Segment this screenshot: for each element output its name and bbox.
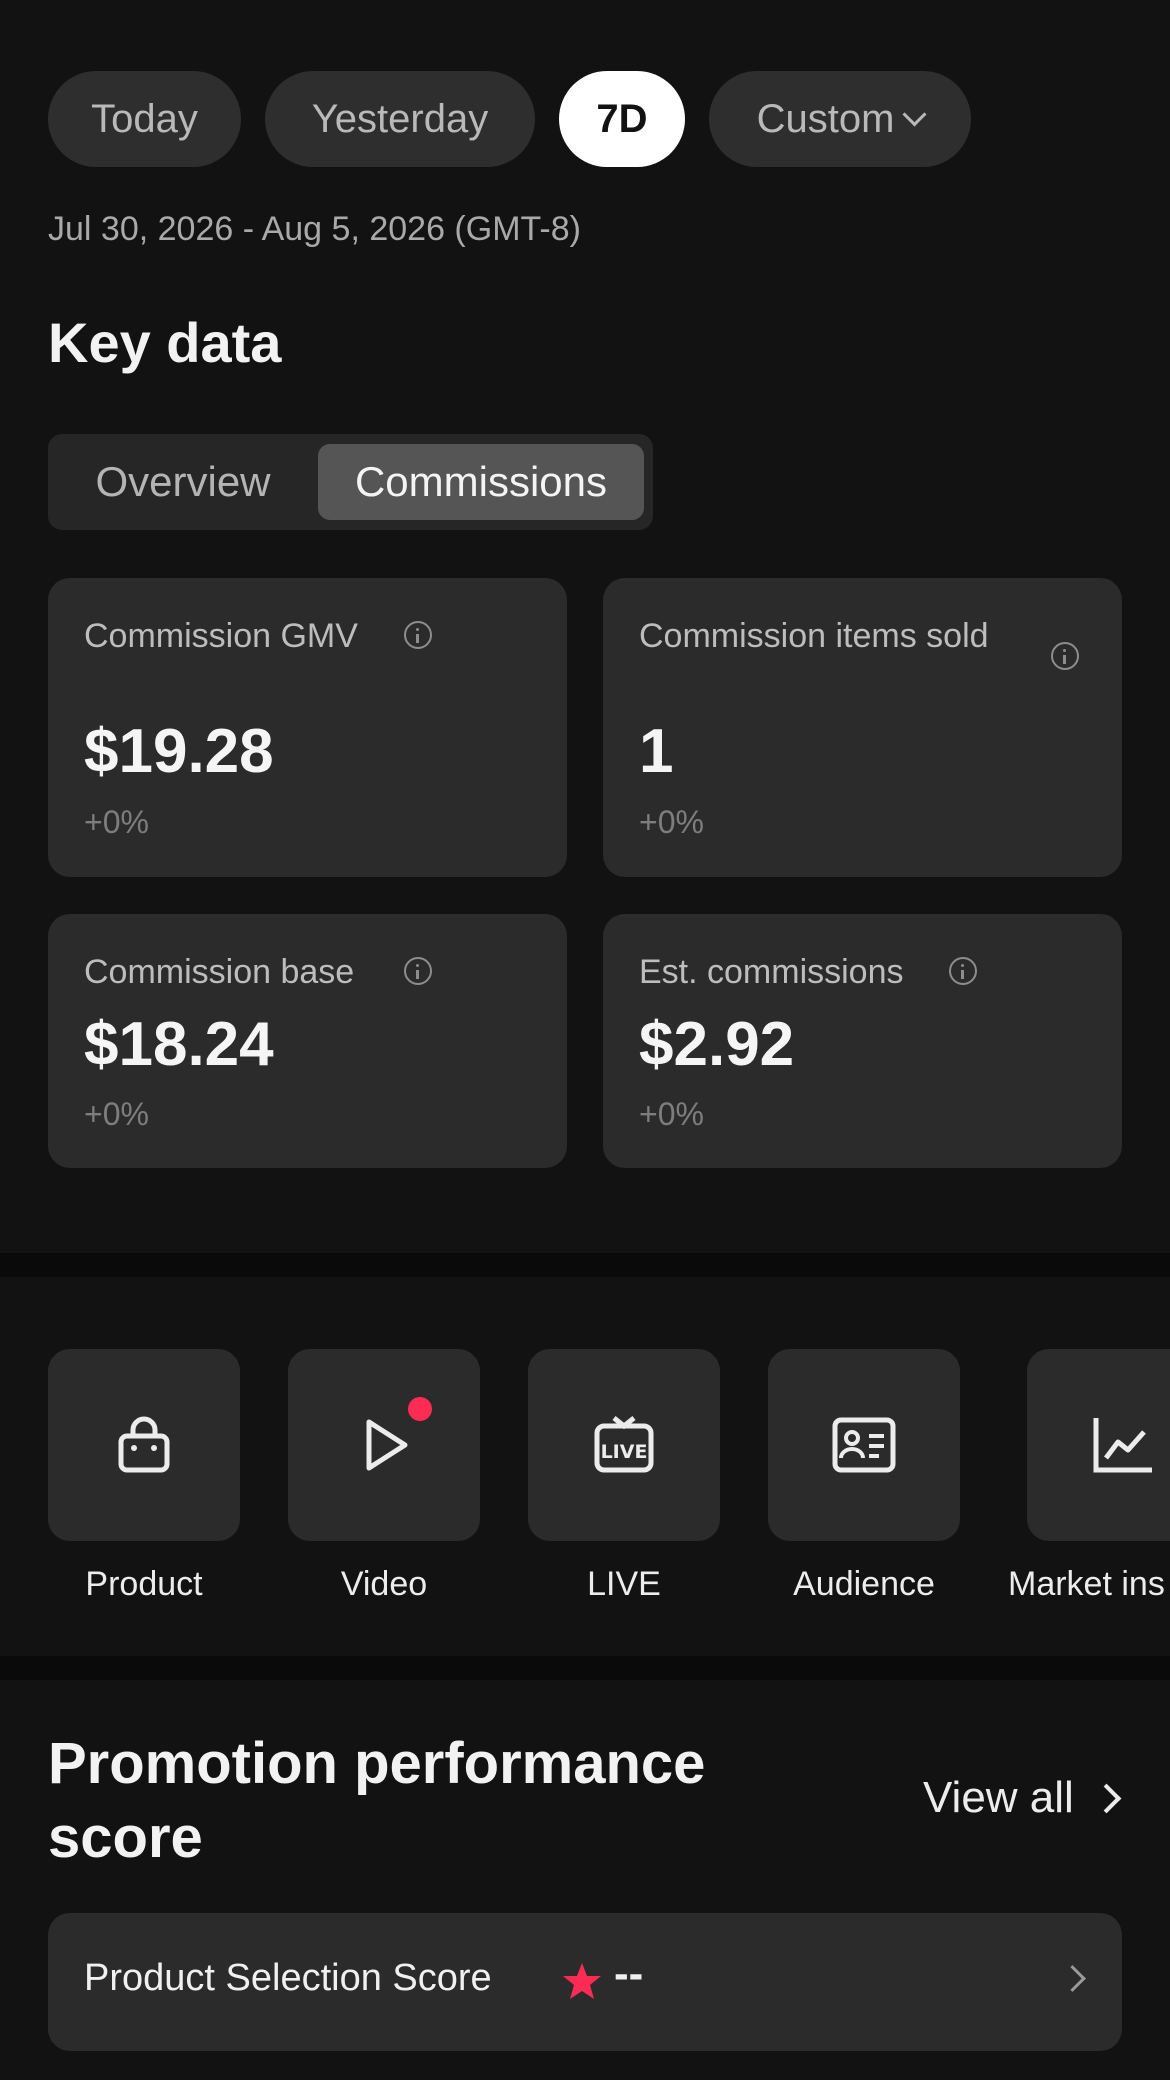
- trend-chart-icon: [1093, 1418, 1152, 1473]
- info-icon[interactable]: [404, 621, 432, 649]
- filter-custom[interactable]: Custom: [709, 71, 971, 167]
- filter-today-label: Today: [91, 96, 198, 141]
- metric-value: $2.92: [639, 1010, 795, 1079]
- quick-link-live[interactable]: LIVE: [528, 1349, 720, 1541]
- filter-7d-label: 7D: [596, 96, 648, 141]
- metric-label: Est. commissions: [639, 953, 904, 991]
- star-icon: [563, 1963, 601, 1999]
- filter-custom-label: Custom: [756, 96, 895, 141]
- filter-today[interactable]: Today: [48, 71, 241, 167]
- metric-card-commission-base[interactable]: Commission base $18.24 +0%: [48, 914, 567, 1168]
- metric-card-est-commissions[interactable]: Est. commissions $2.92 +0%: [603, 914, 1122, 1168]
- metric-change: +0%: [639, 804, 704, 840]
- id-card-icon: [832, 1417, 896, 1473]
- quick-link-label: Market ins: [1008, 1565, 1165, 1603]
- tab-commissions-label: Commissions: [354, 458, 608, 505]
- info-icon[interactable]: [404, 957, 432, 985]
- quick-link-label: LIVE: [587, 1565, 661, 1603]
- quick-link-label: Video: [340, 1565, 428, 1603]
- quick-link-label: Product: [85, 1565, 203, 1603]
- notification-dot: [408, 1397, 432, 1421]
- metric-card-commission-gmv[interactable]: Commission GMV $19.28 +0%: [48, 578, 567, 877]
- live-icon: LIVE: [594, 1416, 654, 1473]
- product-selection-score-row[interactable]: Product Selection Score --: [48, 1913, 1122, 2051]
- filter-yesterday-label: Yesterday: [311, 96, 489, 141]
- metric-label: Commission items sold: [639, 617, 989, 655]
- metric-value: $19.28: [84, 717, 274, 786]
- chevron-right-icon: [1091, 1783, 1122, 1813]
- score-label: Product Selection Score: [84, 1957, 492, 1999]
- filter-7d[interactable]: 7D: [559, 71, 685, 167]
- view-all-link[interactable]: View all: [923, 1773, 1122, 1823]
- chevron-right-icon: [1059, 1965, 1086, 1992]
- quick-link-label: Audience: [793, 1565, 935, 1603]
- back-arrow-icon[interactable]: [50, 0, 90, 10]
- section-divider: [0, 1253, 1170, 1277]
- metric-value: $18.24: [84, 1010, 274, 1079]
- info-icon[interactable]: [949, 957, 977, 985]
- metric-value: 1: [639, 717, 674, 786]
- svg-text:LIVE: LIVE: [601, 1441, 648, 1463]
- tab-overview[interactable]: Overview: [58, 444, 308, 520]
- metric-label: Commission GMV: [84, 617, 358, 655]
- metric-change: +0%: [84, 804, 149, 840]
- quick-link-audience[interactable]: [768, 1349, 960, 1541]
- tab-commissions[interactable]: Commissions: [318, 444, 644, 520]
- quick-link-video[interactable]: [288, 1349, 480, 1541]
- shopping-bag-icon: [118, 1416, 170, 1473]
- metric-label: Commission base: [84, 953, 355, 991]
- view-all-label: View all: [923, 1773, 1074, 1822]
- play-icon: [366, 1419, 408, 1471]
- key-data-tabs: Overview Commissions: [48, 434, 653, 530]
- metric-card-commission-items-sold[interactable]: Commission items sold 1 +0%: [603, 578, 1122, 877]
- date-range: Jul 30, 2026 - Aug 5, 2026 (GMT-8): [48, 210, 581, 248]
- section-divider: [0, 1656, 1170, 1680]
- metric-change: +0%: [84, 1096, 149, 1132]
- quick-link-market-insights[interactable]: [1027, 1349, 1170, 1541]
- promotion-title: Promotion performance score: [48, 1731, 706, 1870]
- key-data-title: Key data: [48, 311, 282, 374]
- quick-link-product[interactable]: [48, 1349, 240, 1541]
- tab-overview-label: Overview: [95, 458, 271, 505]
- info-icon[interactable]: [1051, 642, 1079, 670]
- metric-change: +0%: [639, 1096, 704, 1132]
- filter-yesterday[interactable]: Yesterday: [265, 71, 535, 167]
- chevron-down-icon: [902, 101, 927, 127]
- score-value: --: [614, 1949, 644, 1998]
